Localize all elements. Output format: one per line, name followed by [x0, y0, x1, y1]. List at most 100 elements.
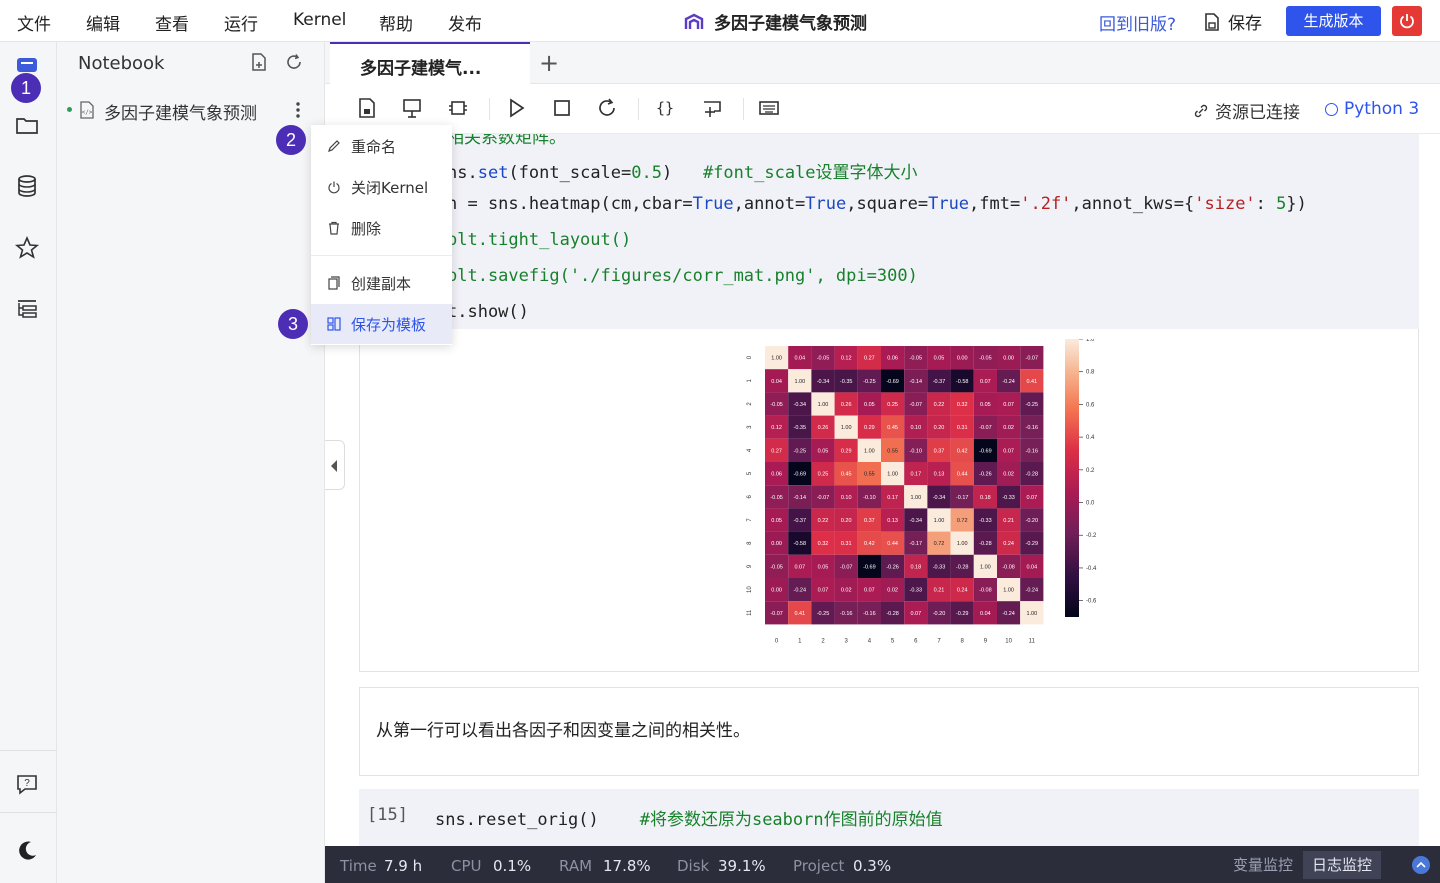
kernel-idle-icon: [1325, 102, 1338, 116]
heatmap-cell-label: -0.34: [910, 518, 923, 524]
menu-duplicate[interactable]: 创建副本: [311, 263, 452, 303]
heatmap-cell-label: -0.58: [794, 541, 807, 547]
heatmap-cell-label: -0.25: [817, 611, 830, 617]
heatmap-cell-label: -0.26: [886, 564, 899, 570]
file-panel: Notebook </> 多因子建模气象预测: [57, 42, 325, 883]
menu-delete[interactable]: 删除: [311, 208, 452, 248]
new-file-icon[interactable]: [250, 53, 268, 71]
heatmap-cell-label: 1.00: [841, 425, 852, 431]
heatmap-cell-label: 0.18: [980, 495, 991, 501]
back-to-old-version-link[interactable]: 回到旧版?: [1099, 10, 1176, 35]
menu-help[interactable]: 帮助: [379, 10, 413, 35]
y-tick-label: 4: [747, 448, 753, 452]
y-tick-label: 0: [747, 355, 753, 359]
menu-view[interactable]: 查看: [155, 10, 189, 35]
menu-file[interactable]: 文件: [17, 10, 51, 35]
code-cell[interactable]: 相关系数矩阵。 ns.set(font_scale=0.5) #font_sca…: [359, 134, 1419, 329]
heatmap-cell-label: 0.21: [1003, 518, 1014, 524]
generate-version-button[interactable]: 生成版本: [1286, 6, 1381, 36]
heatmap-cell-label: 0.12: [841, 356, 852, 362]
heatmap-cell-label: 0.29: [841, 448, 852, 454]
refresh-icon[interactable]: [285, 53, 303, 71]
cell-convert-icon[interactable]: [447, 97, 469, 119]
menu-publish[interactable]: 发布: [448, 10, 482, 35]
tab-notebook[interactable]: 多因子建模气...: [330, 42, 530, 84]
status-bar: Time 7.9 h CPU 0.1% RAM 17.8% Disk 39.1%…: [325, 846, 1440, 883]
folder-icon[interactable]: [14, 112, 40, 138]
heatmap-cell-label: -0.16: [863, 611, 876, 617]
heatmap-cell-label: -0.33: [933, 564, 946, 570]
add-tab-button[interactable]: +: [539, 49, 559, 77]
heatmap-cell-label: 1.00: [771, 356, 782, 362]
more-vertical-icon[interactable]: [295, 100, 301, 120]
menu-rename[interactable]: 重命名: [311, 126, 452, 166]
heatmap-cell-label: -0.34: [817, 379, 830, 385]
power-button[interactable]: [1392, 6, 1422, 36]
menu-kernel[interactable]: Kernel: [293, 10, 346, 30]
heatmap-cell-label: 0.06: [771, 472, 782, 478]
menu-run[interactable]: 运行: [224, 10, 258, 35]
markdown-cell[interactable]: 从第一行可以看出各因子和因变量之间的相关性。: [359, 687, 1419, 776]
log-monitor-tab[interactable]: 日志监控: [1303, 851, 1381, 879]
present-icon[interactable]: [401, 97, 423, 119]
moon-icon[interactable]: [14, 838, 40, 864]
heatmap-cell-label: -0.28: [956, 564, 969, 570]
heatmap-cell-label: 0.21: [934, 588, 945, 594]
variable-monitor-tab[interactable]: 变量监控: [1225, 851, 1301, 879]
resource-status-label: 资源已连接: [1215, 103, 1300, 123]
colorbar-tick-label: -0.6: [1086, 599, 1097, 605]
heatmap-cell-label: 0.04: [771, 379, 782, 385]
save-button[interactable]: 保存: [1204, 9, 1262, 34]
menu-save-as-template[interactable]: 保存为模板: [311, 304, 452, 344]
x-tick-label: 0: [775, 638, 779, 644]
x-tick-label: 5: [891, 638, 895, 644]
heatmap-cell-label: 0.32: [957, 402, 968, 408]
heatmap-cell-label: -0.08: [1002, 564, 1015, 570]
heatmap-cell-label: 1.00: [1003, 588, 1014, 594]
activity-divider: [0, 750, 57, 751]
heatmap-cell-label: -0.10: [863, 495, 876, 501]
disk-label: Disk: [677, 857, 710, 875]
heatmap-cell-label: 0.04: [1026, 564, 1037, 570]
heatmap-cell-label: 1.00: [957, 541, 968, 547]
star-icon[interactable]: [14, 235, 40, 261]
x-tick-label: 8: [961, 638, 965, 644]
code-line: n = sns.heatmap(cm,cbar=True,annot=True,…: [447, 194, 1307, 214]
expand-up-button[interactable]: [1412, 856, 1430, 874]
resource-status: 资源已连接: [1193, 98, 1300, 123]
stop-icon[interactable]: [551, 97, 573, 119]
notebook-toolbar: {} 资源已连接 Python 3: [325, 84, 1440, 134]
save-file-icon[interactable]: [356, 97, 378, 119]
heatmap-cell-label: 0.42: [957, 448, 968, 454]
logo-icon: [684, 13, 704, 29]
heatmap-cell-label: 0.10: [841, 495, 852, 501]
caret-left-icon: [331, 460, 337, 472]
x-tick-label: 9: [984, 638, 988, 644]
file-item[interactable]: </> 多因子建模气象预测: [67, 98, 317, 124]
code-cell[interactable]: [15] sns.reset_orig() #将参数还原为seaborn作图前的…: [359, 789, 1419, 846]
restart-icon[interactable]: [596, 97, 618, 119]
heatmap-cell-label: -0.14: [910, 379, 923, 385]
run-icon[interactable]: [505, 97, 527, 119]
pencil-icon: [328, 140, 340, 152]
kernel-indicator[interactable]: Python 3: [1325, 99, 1419, 119]
list-icon[interactable]: [14, 296, 40, 322]
colorbar-tick-label: -0.4: [1086, 566, 1097, 572]
menu-close-kernel[interactable]: 关闭Kernel: [311, 167, 452, 207]
collapse-panel-handle[interactable]: [325, 440, 345, 490]
database-icon[interactable]: [14, 173, 40, 199]
file-name: 多因子建模气象预测: [104, 104, 257, 124]
code-braces-icon[interactable]: {}: [654, 97, 676, 119]
insert-cell-icon[interactable]: [701, 97, 723, 119]
heatmap-cell-label: -0.58: [956, 379, 969, 385]
output-cell: 1.00 0.04 -0.05 0.12 0.27 0.06 -0.05 0.05 0.00 -0…: [359, 329, 1419, 672]
heatmap-cell-label: 0.00: [771, 588, 782, 594]
heatmap-cell-label: 0.13: [887, 518, 898, 524]
keyboard-icon[interactable]: [758, 97, 780, 119]
svg-text:</>: </>: [82, 109, 93, 116]
help-icon[interactable]: ?: [14, 771, 40, 797]
menu-edit[interactable]: 编辑: [86, 10, 120, 35]
menu-divider: [311, 255, 452, 256]
x-tick-label: 11: [1029, 638, 1036, 644]
code-line: 相关系数矩阵。: [447, 134, 566, 148]
